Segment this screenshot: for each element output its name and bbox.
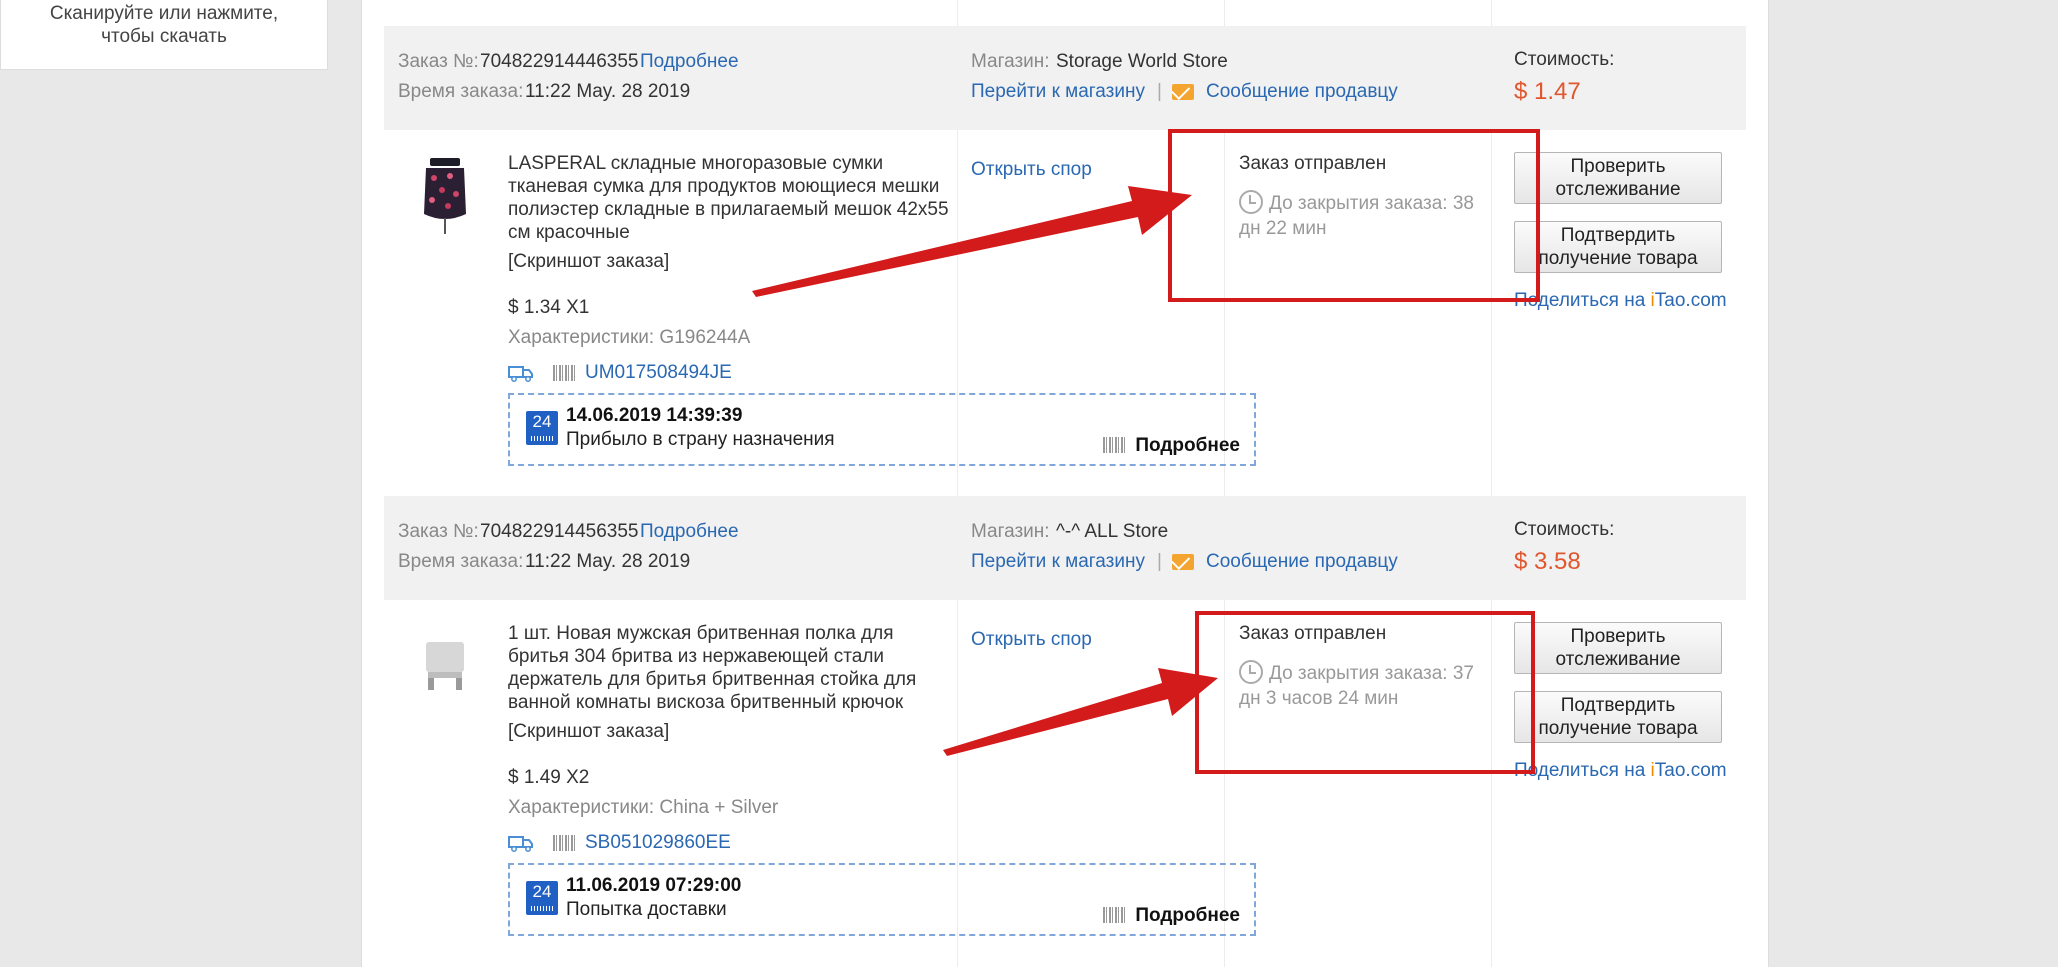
annotation-arrow bbox=[752, 186, 1192, 297]
annotation-arrows bbox=[752, 186, 1218, 756]
annotation-arrow bbox=[943, 668, 1218, 756]
